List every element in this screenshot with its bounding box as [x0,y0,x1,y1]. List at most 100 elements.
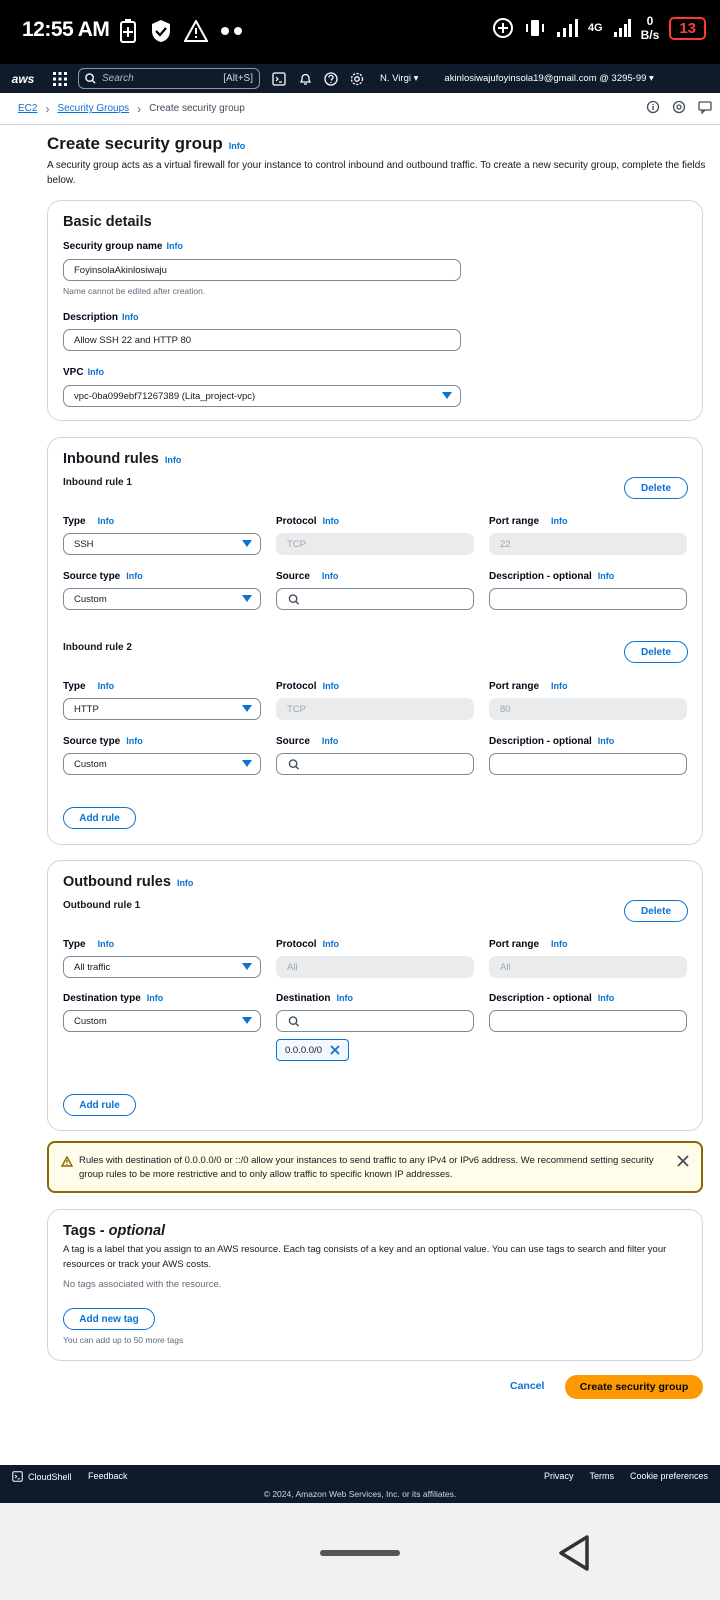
protocol-info-link[interactable]: Info [323,939,340,949]
outbound-rule-1-protocol-field: All [276,956,474,978]
inbound-rule-2-delete-button[interactable]: Delete [624,641,688,663]
outbound-add-rule-button[interactable]: Add rule [63,1094,136,1116]
source-type-info-link[interactable]: Info [126,571,143,581]
vpc-info-link[interactable]: Info [88,367,105,377]
aws-logo[interactable]: aws [0,72,46,86]
protocol-label: Protocol Info [276,681,340,692]
outbound-rule-1-description-input[interactable] [489,1010,687,1032]
source-info-link[interactable]: Info [322,736,339,746]
feedback-link[interactable]: Feedback [88,1471,128,1481]
source-info-link[interactable]: Info [322,571,339,581]
source-type-info-link[interactable]: Info [126,736,143,746]
vpc-select[interactable]: vpc-0ba099ebf71267389 (Lita_project-vpc) [63,385,461,407]
breadcrumb-security-groups-link[interactable]: Security Groups [57,103,129,114]
inbound-rule-1-description-input[interactable] [489,588,687,610]
data-saver-icon [492,18,513,38]
basic-details-title: Basic details [63,214,152,230]
basic-details-panel: Basic details Security group name Info Fo… [47,200,703,421]
breadcrumb-current: Create security group [149,103,245,114]
cookie-preferences-link[interactable]: Cookie preferences [630,1471,708,1481]
port-range-info-link[interactable]: Info [551,681,568,691]
outbound-rule-1-delete-button[interactable]: Delete [624,900,688,922]
source-type-label: Source type Info [63,571,143,582]
caret-down-icon [242,705,252,712]
privacy-link[interactable]: Privacy [544,1471,574,1481]
inbound-rule-2-port-field: 80 [489,698,687,720]
settings-icon[interactable] [672,100,686,114]
info-panel-icon[interactable] [646,100,660,114]
outbound-rule-1-destination-input[interactable] [276,1010,474,1032]
breadcrumb-ec2-link[interactable]: EC2 [18,103,37,114]
breadcrumb: EC2 › Security Groups › Create security … [0,93,720,125]
tags-panel: Tags - optional A tag is a label that yo… [47,1209,703,1361]
description-optional-info-link[interactable]: Info [598,993,615,1003]
aws-top-nav: aws Search [Alt+S] N. Virgi ▾ akinlosiwa… [0,64,720,93]
protocol-info-link[interactable]: Info [323,516,340,526]
port-range-info-link[interactable]: Info [551,939,568,949]
outbound-rule-1-port-field: All [489,956,687,978]
account-menu[interactable]: akinlosiwajufoyinsola19@gmail.com @ 3295… [444,73,653,84]
feedback-icon[interactable] [698,100,712,114]
chevron-right-icon: › [45,101,50,116]
inbound-rule-1-type-select[interactable]: SSH [63,533,261,555]
destination-info-link[interactable]: Info [336,993,353,1003]
protocol-label: Protocol Info [276,939,340,950]
inbound-info-link[interactable]: Info [165,455,182,465]
inbound-rule-1-source-type-select[interactable]: Custom [63,588,261,610]
settings-gear-icon[interactable] [344,72,370,86]
port-range-label: Port range Info [489,681,568,692]
outbound-info-link[interactable]: Info [177,878,194,888]
services-menu-icon[interactable] [46,71,74,86]
outbound-rule-1-destination-type-select[interactable]: Custom [63,1010,261,1032]
type-label: Type Info [63,939,115,950]
inbound-rule-1-source-input[interactable] [276,588,474,610]
page-description: A security group acts as a virtual firew… [47,160,706,186]
inbound-rule-2-source-input[interactable] [276,753,474,775]
description-optional-info-link[interactable]: Info [598,571,615,581]
search-icon [288,758,300,770]
home-gesture-bar[interactable] [320,1550,400,1556]
search-icon [85,73,96,84]
help-icon[interactable] [318,71,344,86]
description-optional-label: Description - optional Info [489,736,615,747]
destination-type-info-link[interactable]: Info [147,993,164,1003]
inbound-add-rule-button[interactable]: Add rule [63,807,136,829]
title-info-link[interactable]: Info [229,141,246,151]
back-icon[interactable] [557,1534,591,1572]
search-icon [288,593,300,605]
notifications-bell-icon[interactable] [292,72,318,86]
outbound-rule-1-type-select[interactable]: All traffic [63,956,261,978]
cloudshell-icon[interactable] [266,71,292,86]
caret-down-icon [242,963,252,970]
protocol-info-link[interactable]: Info [323,681,340,691]
search-input[interactable]: Search [Alt+S] [78,68,260,89]
name-hint: Name cannot be edited after creation. [63,286,206,296]
inbound-rule-2-description-input[interactable] [489,753,687,775]
tags-empty-message: No tags associated with the resource. [63,1279,222,1290]
type-info-link[interactable]: Info [98,516,115,526]
cancel-button[interactable]: Cancel [510,1380,544,1392]
remove-token-close-icon[interactable] [330,1045,340,1055]
type-info-link[interactable]: Info [98,681,115,691]
security-group-name-input[interactable]: FoyinsolaAkinlosiwaju [63,259,461,281]
vpc-label: VPC Info [63,367,105,378]
protocol-label: Protocol Info [276,516,340,527]
inbound-rule-2-type-select[interactable]: HTTP [63,698,261,720]
description-input[interactable]: Allow SSH 22 and HTTP 80 [63,329,461,351]
inbound-rule-1-delete-button[interactable]: Delete [624,477,688,499]
port-range-info-link[interactable]: Info [551,516,568,526]
add-new-tag-button[interactable]: Add new tag [63,1308,155,1330]
terms-link[interactable]: Terms [589,1471,614,1481]
region-selector[interactable]: N. Virgi ▾ [380,73,418,84]
description-info-link[interactable]: Info [122,312,139,322]
inbound-rule-2-source-type-select[interactable]: Custom [63,753,261,775]
battery-saver-icon [120,19,136,43]
type-info-link[interactable]: Info [98,939,115,949]
port-range-label: Port range Info [489,939,568,950]
description-optional-info-link[interactable]: Info [598,736,615,746]
inbound-rules-panel: Inbound rules Info Inbound rule 1 Delete … [47,437,703,845]
close-icon[interactable] [677,1155,689,1167]
name-info-link[interactable]: Info [166,241,183,251]
create-security-group-button[interactable]: Create security group [565,1375,703,1399]
cloudshell-link[interactable]: CloudShell [12,1471,72,1482]
